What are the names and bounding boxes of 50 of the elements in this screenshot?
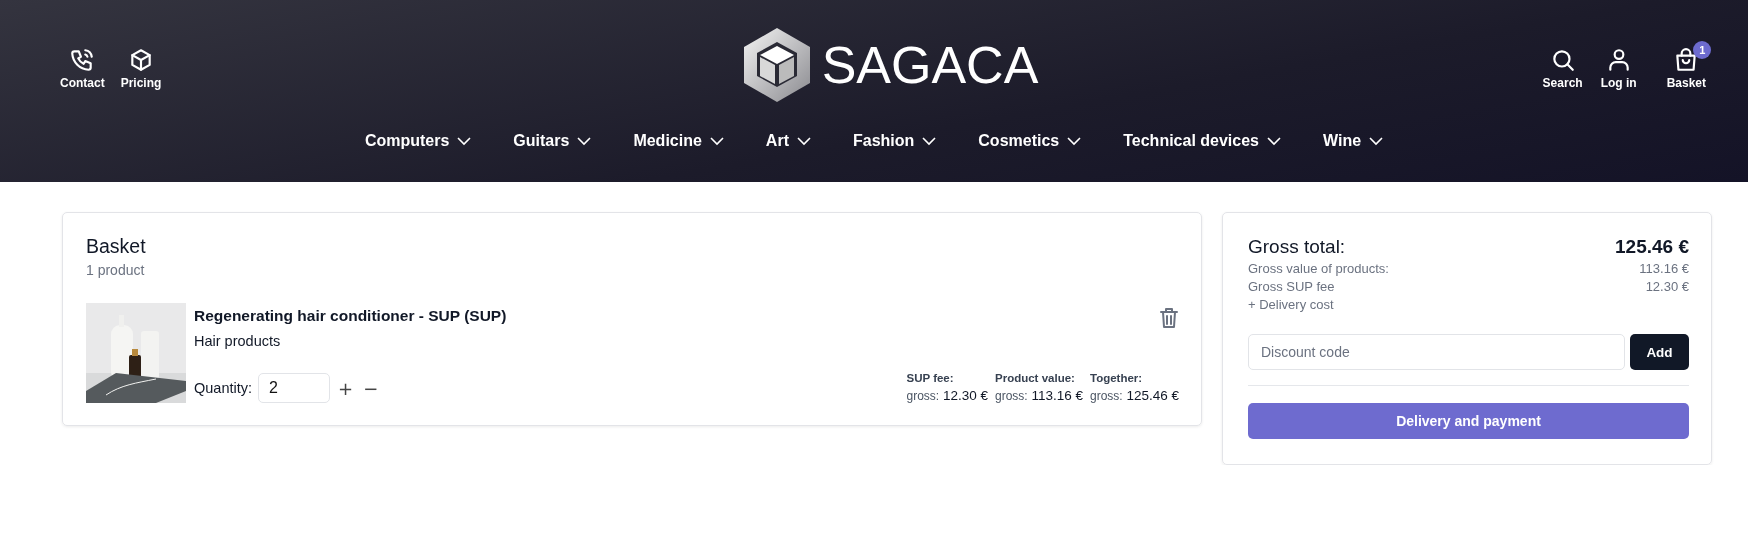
search-link[interactable]: Search bbox=[1540, 38, 1585, 92]
basket-title: Basket bbox=[86, 235, 147, 258]
chevron-down-icon bbox=[922, 136, 937, 146]
summary-label: Gross value of products: bbox=[1248, 261, 1389, 276]
product-category: Hair products bbox=[194, 333, 282, 349]
chevron-down-icon bbox=[796, 136, 811, 146]
count-badge: 1 bbox=[1693, 40, 1712, 59]
phone-icon bbox=[69, 46, 96, 73]
nav-menu-item[interactable]: Technical devices bbox=[1123, 132, 1281, 150]
logo-text: SAGACA bbox=[821, 35, 1039, 95]
chevron-down-icon bbox=[709, 136, 724, 146]
nav-menu-item[interactable]: Guitars bbox=[513, 132, 592, 150]
cube-link[interactable]: Pricing bbox=[118, 38, 164, 92]
total-value: 125.46 € bbox=[1615, 236, 1689, 258]
price-label: SUP fee: bbox=[906, 372, 955, 384]
quantity-field[interactable]: 2 bbox=[258, 373, 331, 403]
total-label: Gross total: bbox=[1248, 236, 1346, 258]
product-count: 1 product bbox=[86, 262, 146, 278]
user-link[interactable]: Log in bbox=[1598, 38, 1639, 92]
product-name: Regenerating hair conditioner - SUP (SUP) bbox=[194, 307, 507, 325]
price-value: gross: 113.16 € bbox=[995, 388, 1083, 403]
nav-menu-item[interactable]: Computers bbox=[364, 132, 472, 150]
nav-menu-item[interactable]: Wine bbox=[1323, 132, 1384, 150]
cube-icon bbox=[128, 46, 154, 73]
nav-menu-item[interactable]: Cosmetics bbox=[978, 132, 1082, 150]
chevron-down-icon bbox=[1369, 136, 1384, 146]
decrease-button[interactable]: − bbox=[361, 377, 381, 399]
chevron-down-icon bbox=[1067, 136, 1082, 146]
price-value: gross: 125.46 € bbox=[1090, 388, 1179, 403]
nav-menu-item[interactable]: Fashion bbox=[852, 132, 937, 150]
summary-value: 12.30 € bbox=[1645, 279, 1689, 294]
increase-button[interactable]: + bbox=[336, 377, 356, 399]
delete-icon[interactable] bbox=[1159, 307, 1179, 329]
delivery-note: + Delivery cost bbox=[1248, 297, 1335, 312]
price-label: Product value: bbox=[995, 372, 1076, 384]
discount-code-field[interactable]: Discount code bbox=[1248, 334, 1625, 370]
chevron-down-icon bbox=[457, 136, 472, 146]
add-button[interactable]: Add bbox=[1630, 334, 1689, 370]
chevron-down-icon bbox=[577, 136, 592, 146]
price-label: Together: bbox=[1090, 372, 1144, 384]
nav-menu-item[interactable]: Medicine bbox=[633, 132, 724, 150]
nav-menu-item[interactable]: Art bbox=[765, 132, 811, 150]
summary-value: 113.16 € bbox=[1639, 261, 1689, 276]
phone-link[interactable]: Contact bbox=[58, 38, 107, 92]
summary-label: Gross SUP fee bbox=[1248, 279, 1335, 294]
price-value: gross: 12.30 € bbox=[906, 388, 988, 403]
chevron-down-icon bbox=[1267, 136, 1281, 146]
shopping-bag-link[interactable]: 1 Basket bbox=[1652, 38, 1720, 92]
checkout-button[interactable]: Delivery and payment bbox=[1248, 403, 1689, 439]
quantity-label: Quantity: bbox=[194, 380, 253, 396]
